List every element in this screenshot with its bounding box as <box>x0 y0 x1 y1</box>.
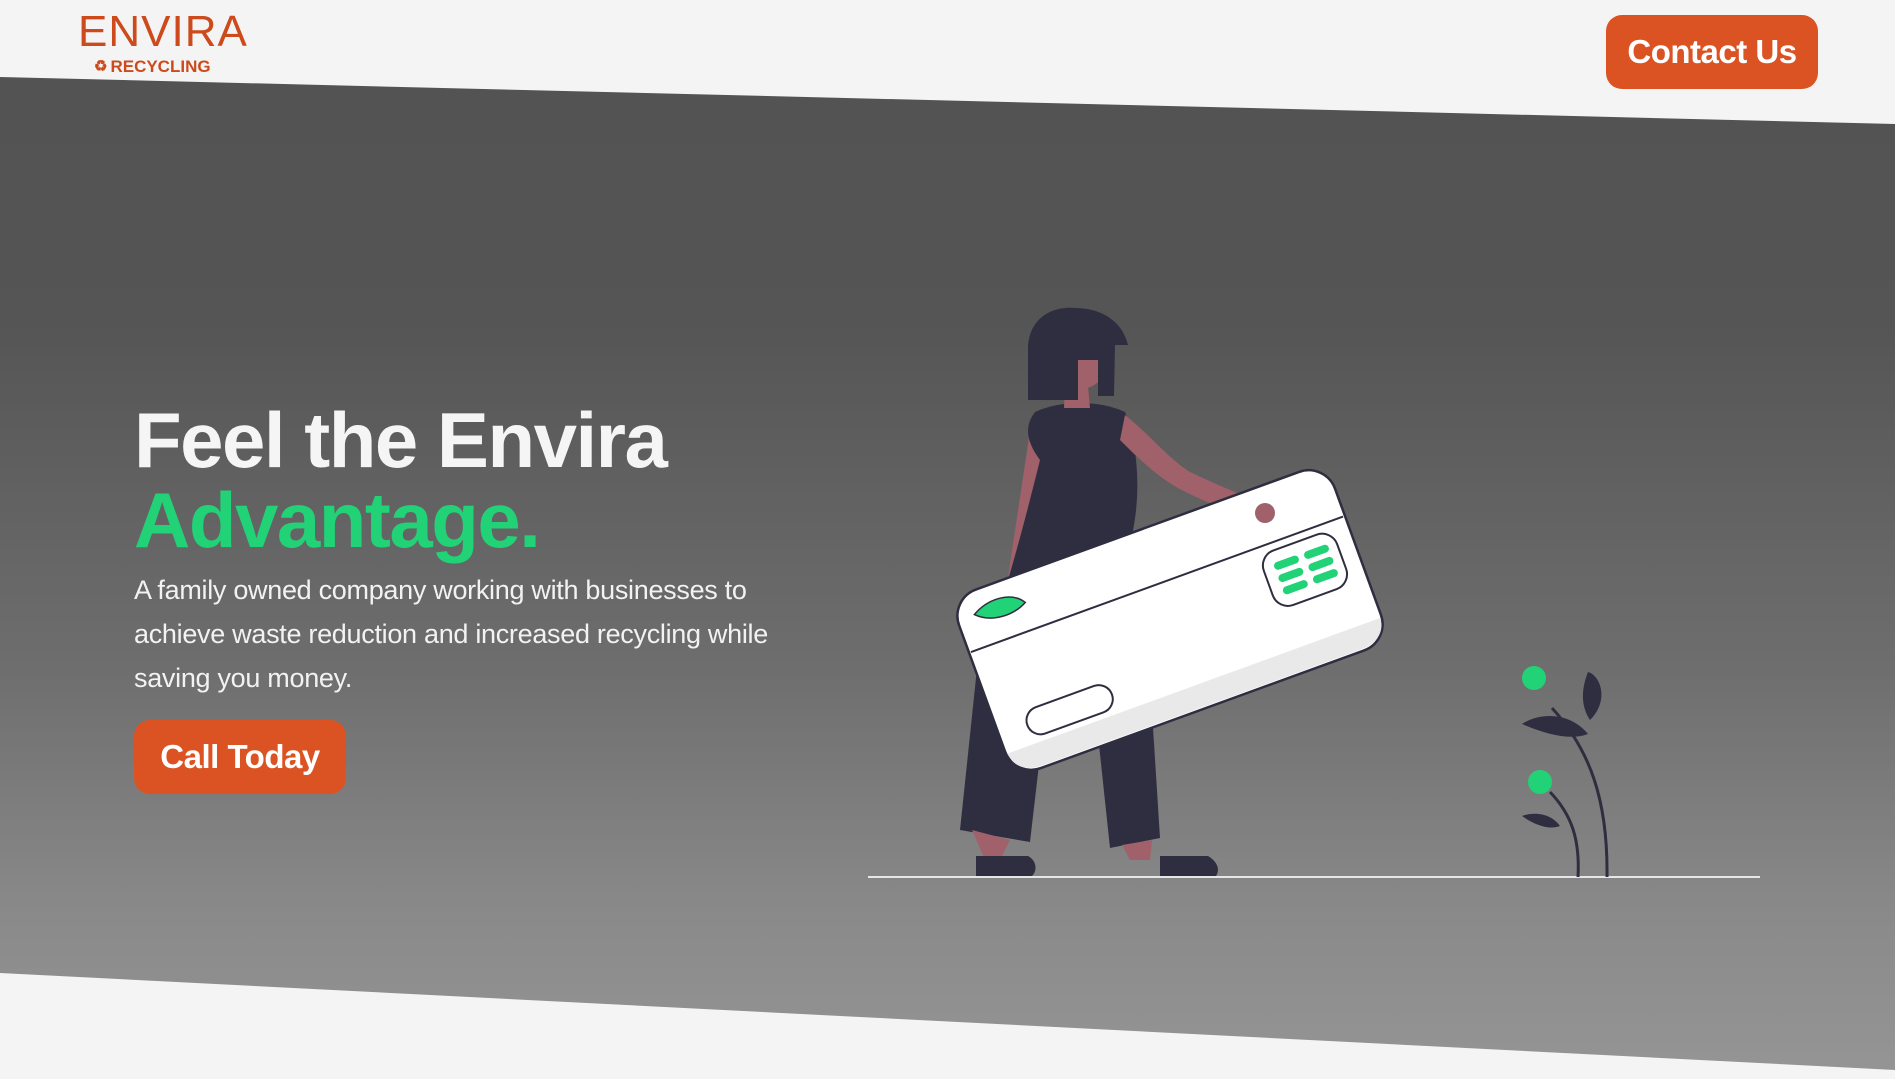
headline-accent: Advantage. <box>134 476 541 564</box>
logo-subtitle: RECYCLING <box>110 57 211 76</box>
recycle-icon: ♻ <box>94 58 108 75</box>
plant-icon <box>1522 666 1609 878</box>
contact-us-button[interactable]: Contact Us <box>1606 15 1818 89</box>
hero-description: A family owned company working with busi… <box>134 575 768 693</box>
hero-content: Feel the Envira Advantage. A family owne… <box>134 400 854 794</box>
logo-wordmark: ENVIRA <box>78 7 248 56</box>
woman-figure <box>956 307 1384 876</box>
site-header: ENVIRA ♻ RECYCLING Contact Us <box>0 0 1895 100</box>
hero-illustration <box>868 307 1760 878</box>
page: ENVIRA ♻ RECYCLING Contact Us Feel the E… <box>0 0 1895 1079</box>
headline-primary: Feel the Envira <box>134 396 668 484</box>
hero-headline: Feel the Envira Advantage. <box>134 400 854 560</box>
card-icon <box>956 468 1384 772</box>
call-today-button[interactable]: Call Today <box>134 720 346 794</box>
envira-logo[interactable]: ENVIRA ♻ RECYCLING <box>78 7 248 76</box>
logo-subtitle-row: ♻ RECYCLING <box>94 58 211 75</box>
